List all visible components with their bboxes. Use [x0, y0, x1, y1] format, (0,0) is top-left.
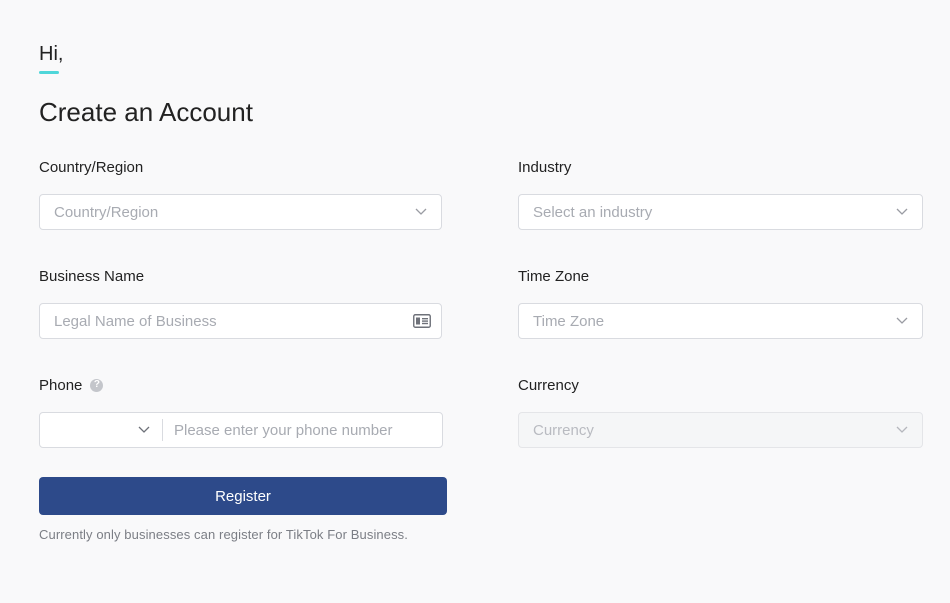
greeting-underline — [39, 71, 59, 74]
country-placeholder: Country/Region — [54, 203, 159, 221]
chevron-down-icon — [138, 424, 150, 436]
industry-placeholder: Select an industry — [533, 203, 653, 221]
chevron-down-icon — [896, 206, 908, 218]
help-icon[interactable]: ? — [90, 378, 104, 392]
currency-label: Currency — [518, 377, 579, 394]
country-label: Country/Region — [39, 159, 144, 176]
currency-placeholder: Currency — [533, 421, 594, 439]
chevron-down-icon — [896, 315, 908, 327]
currency-select[interactable]: Currency — [518, 412, 923, 448]
register-button[interactable]: Register — [39, 477, 447, 515]
time-zone-select[interactable]: Time Zone — [518, 303, 923, 339]
chevron-down-icon — [415, 206, 427, 218]
business-name-label: Business Name — [39, 268, 145, 285]
business-name-placeholder: Legal Name of Business — [54, 312, 217, 330]
business-name-input[interactable]: Legal Name of Business — [39, 303, 442, 339]
phone-field: Please enter your phone number — [39, 412, 443, 448]
industry-label: Industry — [518, 159, 572, 176]
chevron-down-icon — [896, 424, 908, 436]
phone-label: Phone — [39, 377, 83, 394]
id-card-icon[interactable] — [413, 313, 433, 329]
phone-label-row: Phone? — [39, 377, 104, 395]
industry-select[interactable]: Select an industry — [518, 194, 923, 230]
register-note: Currently only businesses can register f… — [39, 527, 408, 542]
phone-number-input[interactable]: Please enter your phone number — [163, 422, 442, 439]
time-zone-placeholder: Time Zone — [533, 312, 605, 330]
page-title: Create an Account — [39, 97, 253, 127]
greeting: Hi, — [39, 43, 64, 65]
country-select[interactable]: Country/Region — [39, 194, 442, 230]
time-zone-label: Time Zone — [518, 268, 590, 285]
phone-country-code-select[interactable] — [40, 413, 162, 447]
